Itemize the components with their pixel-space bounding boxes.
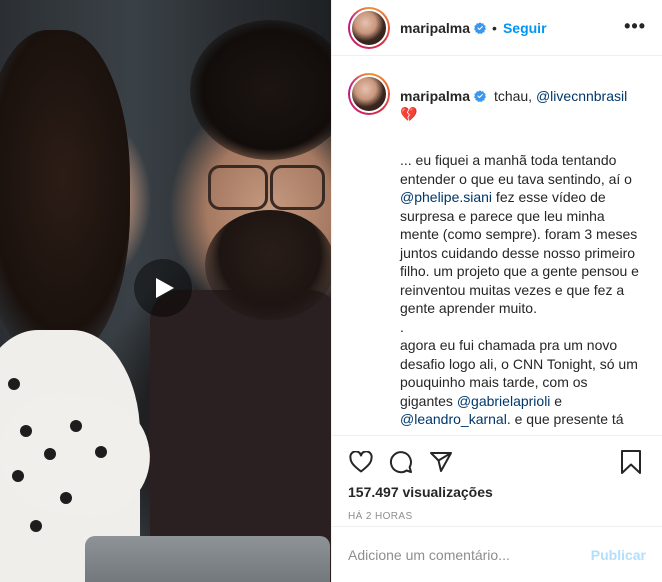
post-sidebar: maripalma • Seguir ••• maripalma tchau, … xyxy=(331,0,662,582)
caption-paragraph: agora eu fui chamada pra um novo desafio… xyxy=(400,336,640,429)
follow-button[interactable]: Seguir xyxy=(503,20,547,36)
video-frame-detail xyxy=(0,30,130,360)
verified-badge-icon xyxy=(474,21,487,34)
caption-text: . e que presente tá xyxy=(506,411,624,427)
video-frame-detail xyxy=(44,448,56,460)
post-actions: 157.497 visualizações HÁ 2 HORAS xyxy=(332,435,662,522)
action-icons xyxy=(348,436,646,488)
caption-row: maripalma tchau, @livecnnbrasil 💔 xyxy=(348,73,646,123)
comment-input[interactable] xyxy=(348,546,591,563)
caption-text: ... eu fiquei a manhã toda tentando ente… xyxy=(400,152,632,187)
caption-paragraph: ... eu fiquei a manhã toda tentando ente… xyxy=(400,151,640,318)
mention-link[interactable]: @phelipe.siani xyxy=(400,189,492,205)
video-frame-detail xyxy=(60,492,72,504)
caption-first-line: maripalma tchau, @livecnnbrasil 💔 xyxy=(400,73,627,123)
video-frame-detail xyxy=(208,165,268,210)
caption-area[interactable]: maripalma tchau, @livecnnbrasil 💔 ... eu… xyxy=(332,73,662,435)
broken-heart-emoji: 💔 xyxy=(400,106,418,122)
caption-text: e xyxy=(550,392,563,409)
caption-text: fez esse vídeo de surpresa e parece que … xyxy=(400,189,639,316)
video-frame-detail xyxy=(85,536,330,582)
video-frame-detail xyxy=(270,165,325,210)
publish-button[interactable]: Publicar xyxy=(591,547,646,563)
caption-username[interactable]: maripalma xyxy=(400,88,470,104)
heart-icon[interactable] xyxy=(348,449,374,475)
mention-link[interactable]: @leandro_karnal xyxy=(400,411,507,427)
video-frame-detail xyxy=(12,470,24,482)
header-username[interactable]: maripalma xyxy=(400,20,470,36)
bookmark-icon[interactable] xyxy=(618,449,644,475)
play-button[interactable] xyxy=(134,259,192,317)
verified-badge-icon xyxy=(474,90,487,102)
avatar xyxy=(350,8,388,47)
video-frame-detail xyxy=(70,420,82,432)
comment-icon[interactable] xyxy=(388,449,414,475)
caption-dot: . xyxy=(400,318,404,335)
caption-body: ... eu fiquei a manhã toda tentando ente… xyxy=(400,151,640,429)
share-icon[interactable] xyxy=(428,449,454,475)
avatar-story-ring[interactable] xyxy=(348,73,390,115)
video-frame-detail xyxy=(95,446,107,458)
mention-link[interactable]: @gabrielaprioli xyxy=(457,393,551,409)
more-options-icon[interactable]: ••• xyxy=(624,17,646,35)
mention-link[interactable]: @livecnnbrasil xyxy=(536,88,627,104)
post-header: maripalma • Seguir ••• xyxy=(332,0,662,56)
separator-dot: • xyxy=(492,19,497,36)
video-frame-detail xyxy=(8,378,20,390)
avatar-story-ring[interactable] xyxy=(348,6,390,49)
comment-form: Publicar xyxy=(332,526,662,582)
avatar xyxy=(350,75,388,113)
post-timestamp[interactable]: HÁ 2 HORAS xyxy=(348,511,646,522)
video-frame-detail xyxy=(20,425,32,437)
video-frame-detail xyxy=(30,520,42,532)
post-video[interactable] xyxy=(0,0,331,582)
play-icon xyxy=(156,278,174,298)
video-frame-detail xyxy=(205,210,331,320)
caption-text-start: tchau, xyxy=(493,88,536,104)
